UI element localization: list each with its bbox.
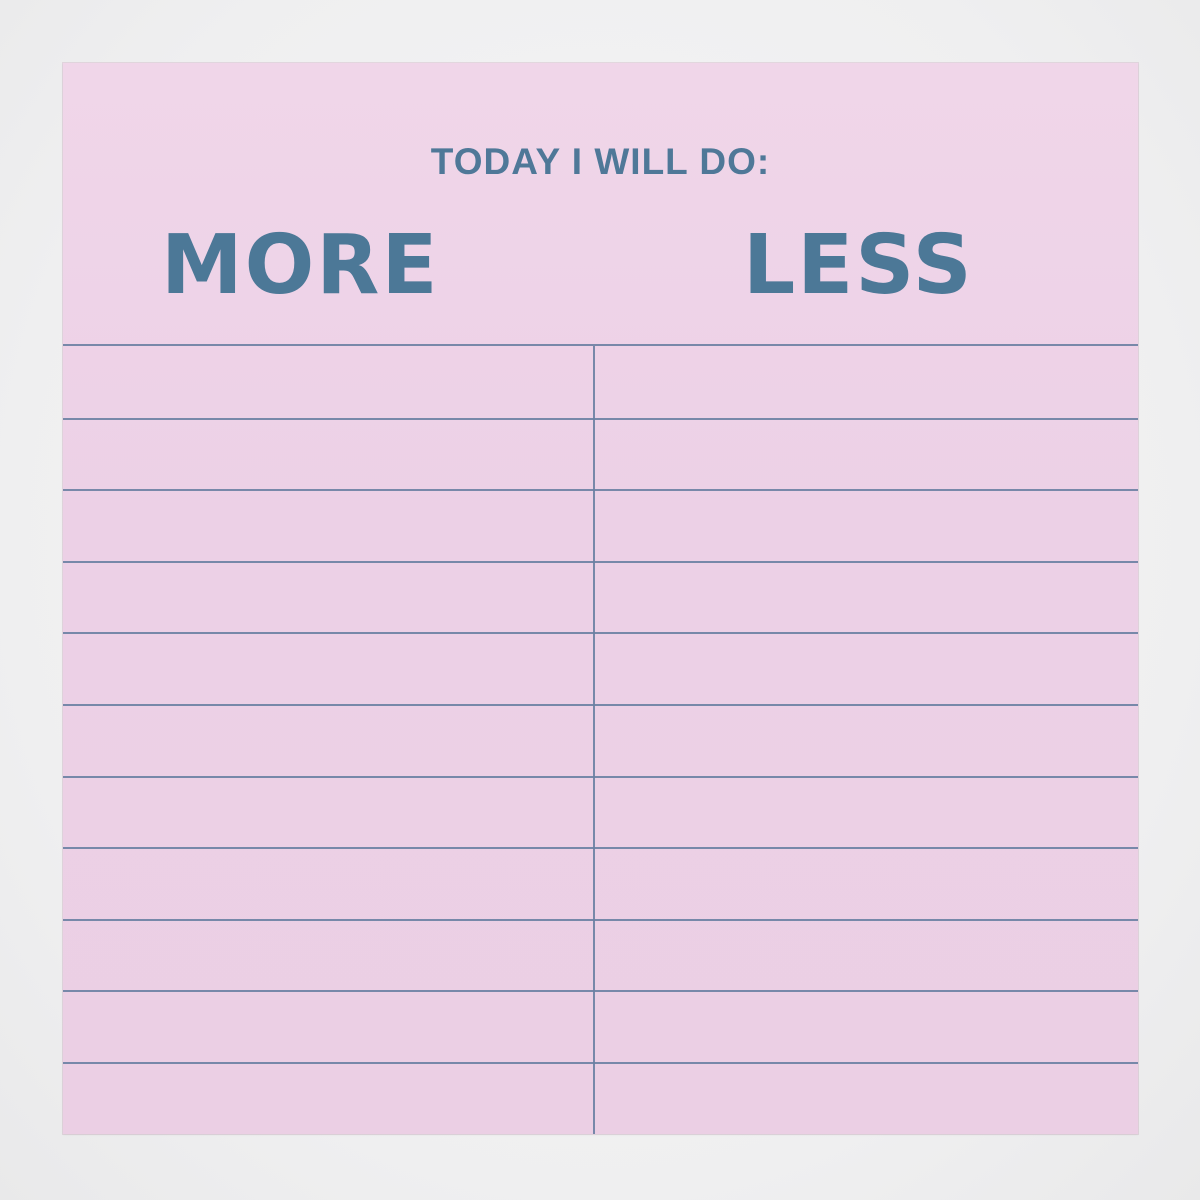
less-entry-row [595, 347, 1138, 418]
more-entry-row [63, 705, 593, 776]
writing-lines-area [63, 346, 1138, 1134]
column-heading-less: LESS [743, 218, 974, 313]
less-entry-row [595, 633, 1138, 704]
less-entry-row [595, 490, 1138, 561]
less-entry-row [595, 991, 1138, 1062]
less-entry-row [595, 777, 1138, 848]
more-entry-row [63, 419, 593, 490]
less-entry-row [595, 419, 1138, 490]
product-photo-background: TODAY I WILL DO: MORE LESS [0, 0, 1200, 1200]
sticky-notepad: TODAY I WILL DO: MORE LESS [63, 63, 1138, 1134]
column-heading-more: MORE [161, 218, 440, 313]
more-entry-row [63, 920, 593, 991]
more-entry-row [63, 562, 593, 633]
more-entry-row [63, 848, 593, 919]
less-entry-row [595, 920, 1138, 991]
more-entry-row [63, 991, 593, 1062]
notepad-header: TODAY I WILL DO: [430, 141, 771, 182]
more-entry-row [63, 777, 593, 848]
less-entry-row [595, 705, 1138, 776]
more-entry-row [63, 633, 593, 704]
more-entry-row [63, 490, 593, 561]
more-entry-row [63, 1063, 593, 1134]
more-entry-row [63, 347, 593, 418]
less-entry-row [595, 1063, 1138, 1134]
less-entry-row [595, 848, 1138, 919]
less-entry-row [595, 562, 1138, 633]
